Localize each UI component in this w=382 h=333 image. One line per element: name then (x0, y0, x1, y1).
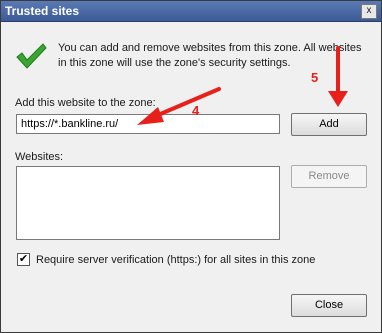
trusted-sites-dialog: Trusted sites x You can add and remove w… (0, 0, 382, 333)
dialog-title: Trusted sites (5, 4, 80, 18)
annotation-step-5: 5 (311, 70, 319, 85)
zone-info-text: You can add and remove websites from thi… (58, 42, 362, 69)
https-checkbox-label[interactable]: Require server verification (https:) for… (36, 254, 315, 266)
add-site-input[interactable] (17, 115, 279, 133)
checkmark-icon (16, 43, 47, 69)
add-button[interactable]: Add (291, 113, 367, 136)
remove-button[interactable]: Remove (291, 165, 367, 188)
dialog-content: You can add and remove websites from thi… (1, 22, 381, 332)
close-button[interactable]: Close (291, 294, 367, 317)
websites-list[interactable] (16, 166, 280, 240)
websites-label: Websites: (15, 151, 64, 163)
add-site-label: Add this website to the zone: (15, 97, 156, 109)
annotation-step-4: 4 (192, 103, 200, 118)
close-icon[interactable]: x (361, 4, 377, 19)
https-checkbox[interactable]: ✔ (17, 253, 30, 266)
add-site-field[interactable] (16, 114, 280, 134)
title-bar[interactable]: Trusted sites x (1, 1, 381, 22)
